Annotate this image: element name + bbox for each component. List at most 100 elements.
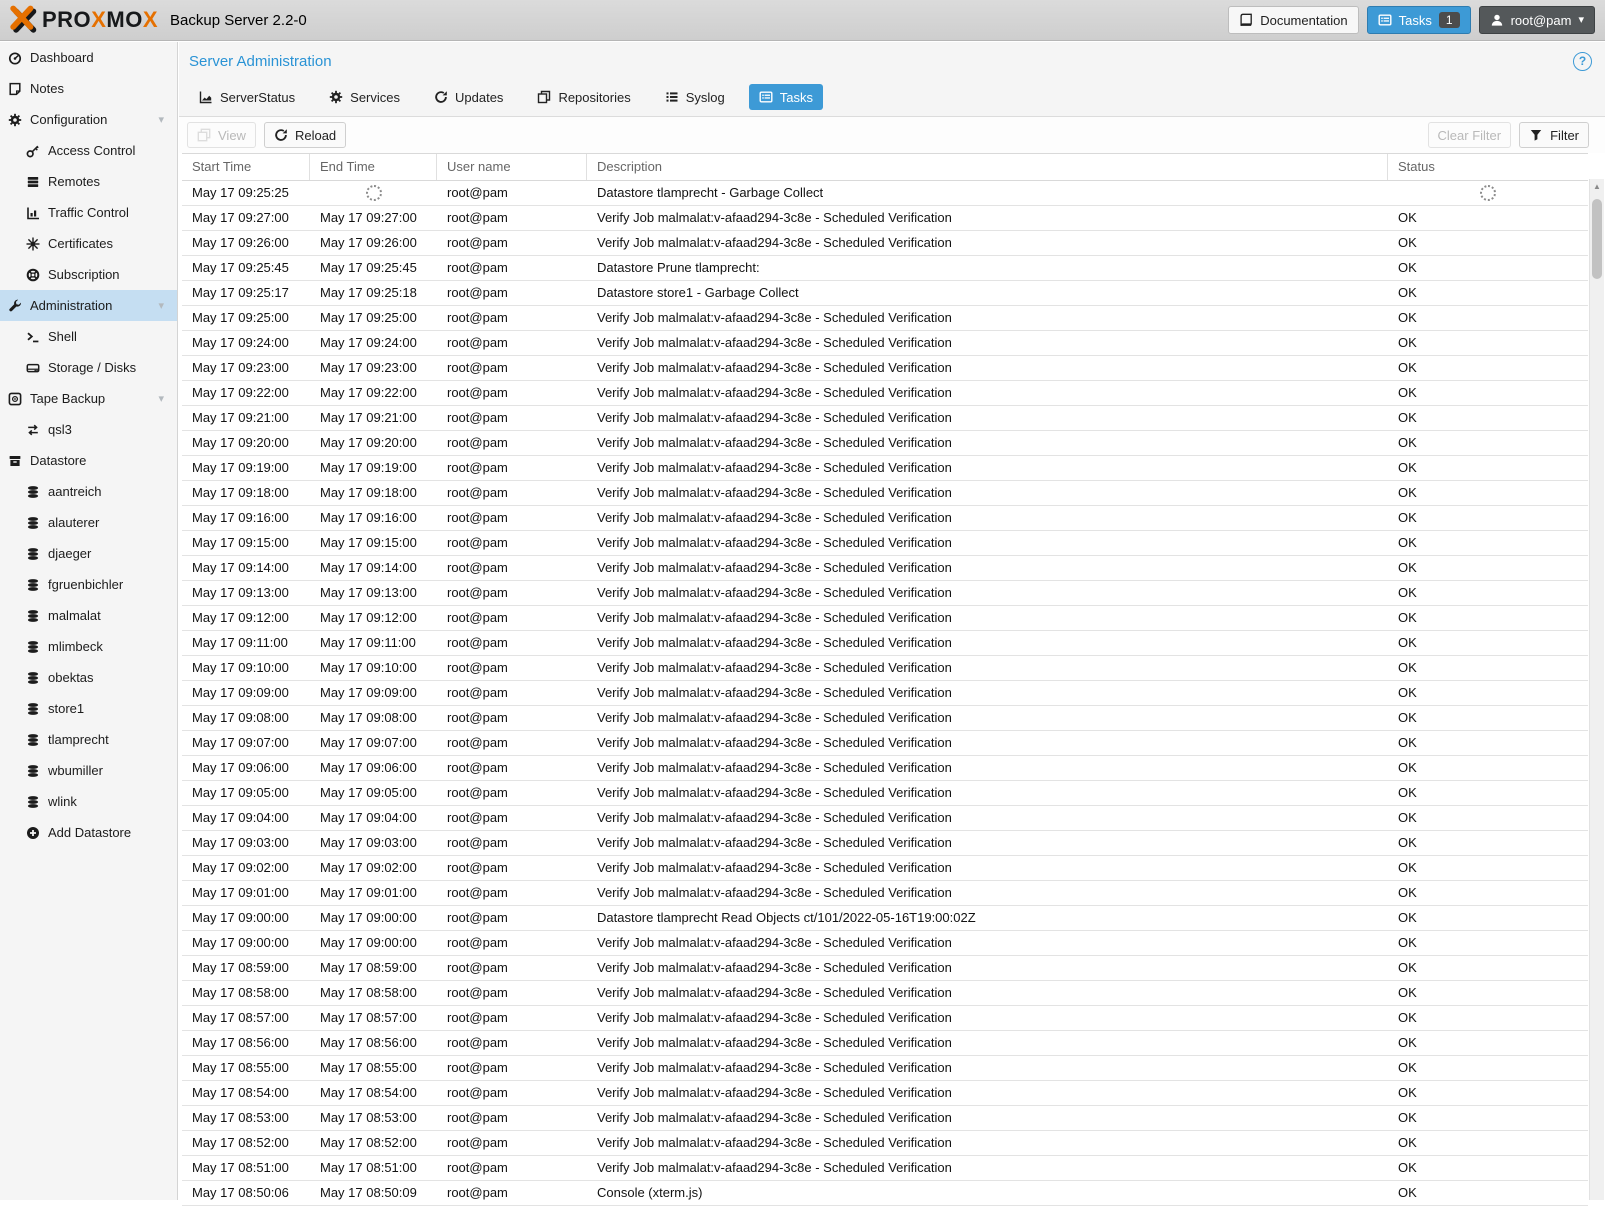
table-row[interactable]: May 17 08:55:00 May 17 08:55:00 root@pam… bbox=[182, 1056, 1588, 1081]
table-row[interactable]: May 17 09:09:00 May 17 09:09:00 root@pam… bbox=[182, 681, 1588, 706]
key-icon bbox=[26, 144, 40, 158]
sidebar-item-fgruenbichler[interactable]: fgruenbichler bbox=[0, 569, 177, 600]
table-row[interactable]: May 17 09:01:00 May 17 09:01:00 root@pam… bbox=[182, 881, 1588, 906]
tab-tasks[interactable]: Tasks bbox=[748, 84, 823, 110]
caret-down-icon[interactable]: ▾ bbox=[158, 392, 164, 405]
table-row[interactable]: May 17 09:16:00 May 17 09:16:00 root@pam… bbox=[182, 506, 1588, 531]
column-header-description[interactable]: Description bbox=[587, 154, 1388, 180]
table-row[interactable]: May 17 09:08:00 May 17 09:08:00 root@pam… bbox=[182, 706, 1588, 731]
sidebar-item-qsl3[interactable]: qsl3 bbox=[0, 414, 177, 445]
table-row[interactable]: May 17 09:14:00 May 17 09:14:00 root@pam… bbox=[182, 556, 1588, 581]
sidebar-item-subscription[interactable]: Subscription bbox=[0, 259, 177, 290]
database-icon bbox=[26, 485, 40, 499]
table-row[interactable]: May 17 08:57:00 May 17 08:57:00 root@pam… bbox=[182, 1006, 1588, 1031]
vertical-scrollbar[interactable]: ▲ bbox=[1589, 179, 1604, 1200]
table-row[interactable]: May 17 09:11:00 May 17 09:11:00 root@pam… bbox=[182, 631, 1588, 656]
table-row[interactable]: May 17 09:00:00 May 17 09:00:00 root@pam… bbox=[182, 906, 1588, 931]
table-row[interactable]: May 17 09:23:00 May 17 09:23:00 root@pam… bbox=[182, 356, 1588, 381]
tab-syslog[interactable]: Syslog bbox=[655, 84, 735, 110]
cell-status: OK bbox=[1398, 660, 1417, 675]
table-row[interactable]: May 17 09:25:45 May 17 09:25:45 root@pam… bbox=[182, 256, 1588, 281]
sidebar-item-obektas[interactable]: obektas bbox=[0, 662, 177, 693]
filter-button[interactable]: Filter bbox=[1519, 122, 1589, 148]
sidebar-item-mlimbeck[interactable]: mlimbeck bbox=[0, 631, 177, 662]
table-row[interactable]: May 17 09:22:00 May 17 09:22:00 root@pam… bbox=[182, 381, 1588, 406]
cell-user-name: root@pam bbox=[447, 535, 508, 550]
sidebar-item-traffic-control[interactable]: Traffic Control bbox=[0, 197, 177, 228]
cell-user-name: root@pam bbox=[447, 410, 508, 425]
sidebar-item-administration[interactable]: Administration ▾ bbox=[0, 290, 177, 321]
table-row[interactable]: May 17 09:04:00 May 17 09:04:00 root@pam… bbox=[182, 806, 1588, 831]
table-row[interactable]: May 17 08:50:06 May 17 08:50:09 root@pam… bbox=[182, 1181, 1588, 1206]
sidebar-item-wlink[interactable]: wlink bbox=[0, 786, 177, 817]
table-row[interactable]: May 17 09:07:00 May 17 09:07:00 root@pam… bbox=[182, 731, 1588, 756]
terminal-icon bbox=[26, 330, 40, 344]
sidebar-item-access-control[interactable]: Access Control bbox=[0, 135, 177, 166]
table-row[interactable]: May 17 09:24:00 May 17 09:24:00 root@pam… bbox=[182, 331, 1588, 356]
sidebar-item-tlamprecht[interactable]: tlamprecht bbox=[0, 724, 177, 755]
sidebar-item-remotes[interactable]: Remotes bbox=[0, 166, 177, 197]
sidebar-item-configuration[interactable]: Configuration ▾ bbox=[0, 104, 177, 135]
sidebar-item-tape-backup[interactable]: Tape Backup ▾ bbox=[0, 383, 177, 414]
table-row[interactable]: May 17 08:54:00 May 17 08:54:00 root@pam… bbox=[182, 1081, 1588, 1106]
sidebar-item-djaeger[interactable]: djaeger bbox=[0, 538, 177, 569]
table-row[interactable]: May 17 09:20:00 May 17 09:20:00 root@pam… bbox=[182, 431, 1588, 456]
sidebar-item-add-datastore[interactable]: Add Datastore bbox=[0, 817, 177, 848]
cell-user-name: root@pam bbox=[447, 785, 508, 800]
table-row[interactable]: May 17 09:15:00 May 17 09:15:00 root@pam… bbox=[182, 531, 1588, 556]
clear-filter-button[interactable]: Clear Filter bbox=[1427, 122, 1512, 148]
table-row[interactable]: May 17 09:02:00 May 17 09:02:00 root@pam… bbox=[182, 856, 1588, 881]
tab-services[interactable]: Services bbox=[319, 84, 410, 110]
sidebar-item-datastore[interactable]: Datastore bbox=[0, 445, 177, 476]
scrollbar-thumb[interactable] bbox=[1592, 199, 1602, 279]
table-row[interactable]: May 17 09:06:00 May 17 09:06:00 root@pam… bbox=[182, 756, 1588, 781]
table-row[interactable]: May 17 09:27:00 May 17 09:27:00 root@pam… bbox=[182, 206, 1588, 231]
sidebar-item-wbumiller[interactable]: wbumiller bbox=[0, 755, 177, 786]
scrollbar-up-arrow-icon[interactable]: ▲ bbox=[1590, 179, 1604, 194]
table-row[interactable]: May 17 09:25:25 root@pam Datastore tlamp… bbox=[182, 181, 1588, 206]
documentation-button[interactable]: Documentation bbox=[1228, 6, 1359, 34]
view-button[interactable]: View bbox=[187, 122, 256, 148]
sidebar-item-storage-disks[interactable]: Storage / Disks bbox=[0, 352, 177, 383]
column-header-status[interactable]: Status bbox=[1388, 154, 1588, 180]
table-row[interactable]: May 17 08:59:00 May 17 08:59:00 root@pam… bbox=[182, 956, 1588, 981]
tab-updates[interactable]: Updates bbox=[424, 84, 513, 110]
table-row[interactable]: May 17 08:58:00 May 17 08:58:00 root@pam… bbox=[182, 981, 1588, 1006]
table-row[interactable]: May 17 09:25:00 May 17 09:25:00 root@pam… bbox=[182, 306, 1588, 331]
column-header-user-name[interactable]: User name bbox=[437, 154, 587, 180]
reload-button[interactable]: Reload bbox=[263, 122, 347, 148]
sidebar-item-notes[interactable]: Notes bbox=[0, 73, 177, 104]
table-row[interactable]: May 17 09:25:17 May 17 09:25:18 root@pam… bbox=[182, 281, 1588, 306]
table-row[interactable]: May 17 08:51:00 May 17 08:51:00 root@pam… bbox=[182, 1156, 1588, 1181]
caret-down-icon[interactable]: ▾ bbox=[158, 299, 164, 312]
table-row[interactable]: May 17 09:19:00 May 17 09:19:00 root@pam… bbox=[182, 456, 1588, 481]
table-row[interactable]: May 17 09:03:00 May 17 09:03:00 root@pam… bbox=[182, 831, 1588, 856]
sidebar-item-shell[interactable]: Shell bbox=[0, 321, 177, 352]
column-header-end-time[interactable]: End Time bbox=[310, 154, 437, 180]
column-header-start-time[interactable]: Start Time bbox=[182, 154, 310, 180]
table-row[interactable]: May 17 09:18:00 May 17 09:18:00 root@pam… bbox=[182, 481, 1588, 506]
tab-repositories[interactable]: Repositories bbox=[527, 84, 640, 110]
tasks-button[interactable]: Tasks 1 bbox=[1366, 6, 1471, 34]
table-row[interactable]: May 17 09:10:00 May 17 09:10:00 root@pam… bbox=[182, 656, 1588, 681]
sidebar-item-aantreich[interactable]: aantreich bbox=[0, 476, 177, 507]
tab-serverstatus[interactable]: ServerStatus bbox=[189, 84, 305, 110]
table-row[interactable]: May 17 08:53:00 May 17 08:53:00 root@pam… bbox=[182, 1106, 1588, 1131]
sidebar-item-certificates[interactable]: Certificates bbox=[0, 228, 177, 259]
cell-description: Verify Job malmalat:v-afaad294-3c8e - Sc… bbox=[597, 510, 952, 525]
caret-down-icon[interactable]: ▾ bbox=[158, 113, 164, 126]
table-row[interactable]: May 17 09:21:00 May 17 09:21:00 root@pam… bbox=[182, 406, 1588, 431]
table-row[interactable]: May 17 09:00:00 May 17 09:00:00 root@pam… bbox=[182, 931, 1588, 956]
table-row[interactable]: May 17 08:52:00 May 17 08:52:00 root@pam… bbox=[182, 1131, 1588, 1156]
user-menu-button[interactable]: root@pam ▾ bbox=[1478, 6, 1595, 34]
table-row[interactable]: May 17 08:56:00 May 17 08:56:00 root@pam… bbox=[182, 1031, 1588, 1056]
sidebar-item-store1[interactable]: store1 bbox=[0, 693, 177, 724]
sidebar-item-malmalat[interactable]: malmalat bbox=[0, 600, 177, 631]
sidebar-item-alauterer[interactable]: alauterer bbox=[0, 507, 177, 538]
help-icon[interactable]: ? bbox=[1573, 51, 1592, 71]
table-row[interactable]: May 17 09:12:00 May 17 09:12:00 root@pam… bbox=[182, 606, 1588, 631]
table-row[interactable]: May 17 09:05:00 May 17 09:05:00 root@pam… bbox=[182, 781, 1588, 806]
table-row[interactable]: May 17 09:13:00 May 17 09:13:00 root@pam… bbox=[182, 581, 1588, 606]
table-row[interactable]: May 17 09:26:00 May 17 09:26:00 root@pam… bbox=[182, 231, 1588, 256]
sidebar-item-dashboard[interactable]: Dashboard bbox=[0, 42, 177, 73]
